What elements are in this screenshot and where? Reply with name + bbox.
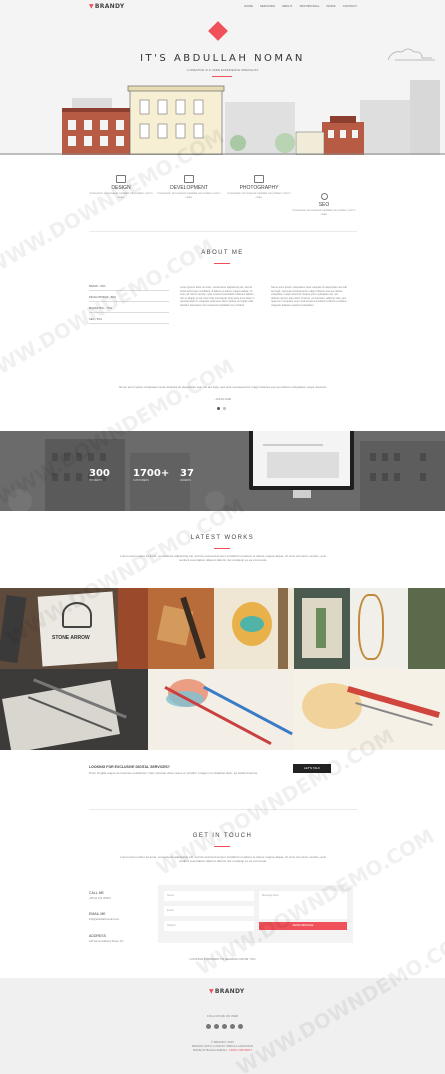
footer: ▼BRANDY FOLLOW ME ON WEB © BRANDY 2016 D… [0,978,445,1074]
email-value: info@abdullahnoman.com [89,918,120,921]
works-title: LATEST WORKS [190,535,255,541]
made-in: MADE IN BANGLADESH · MAIN CONTENT [192,1048,253,1052]
works-squiggle [214,546,230,549]
monitor-stand [293,490,311,498]
follow-label: FOLLOW ME ON WEB [206,1014,238,1018]
skill-marketing: MARKETING - 70% [89,307,169,313]
hero-section: ▼BRANDY HOME SERVICES ABOUT TESTIMONIAL … [0,0,445,155]
work-item-pen-sketch[interactable] [294,669,445,750]
skill-development: DEVELOPMENT - 60% [89,296,169,302]
divider [89,809,357,810]
footer-logo[interactable]: ▼BRANDY [209,988,244,995]
send-message-button[interactable]: SEND MESSAGE [259,922,347,930]
camera-icon [254,175,264,183]
cta-text: Proin fringilla augue at maximus vestibu… [89,771,258,775]
nav-item-contact[interactable]: CONTACT [343,4,357,8]
brand-mark-icon: ▼ [89,3,94,10]
dribbble-icon[interactable] [238,1024,243,1029]
works-grid: STONE ARROW [0,588,445,750]
service-development: DEVELOPMENT Consectetur sint occaecat cu… [157,175,221,199]
service-photography: PHOTOGRAPHY Consectetur sint occaecat cu… [227,175,291,199]
deer-icon [62,602,92,628]
brand-mark-icon: ▼ [209,988,214,995]
contact-title: GET IN TOUCH [192,833,253,839]
contact-intro: Lorem ipsum dolor sit amet, consectetur … [120,855,326,863]
monitor-screen [253,431,350,486]
slider-dot-active[interactable] [217,407,220,410]
work-item-lettering[interactable] [148,669,294,750]
hero-diamond-icon [208,21,228,41]
city-illustration [0,48,445,155]
nav-item-home[interactable]: HOME [244,4,253,8]
stat-awards: 37 AWARDS [180,468,194,482]
monitor-mockup [249,431,354,490]
call-value: +88 (0) 101 0000 0 [89,897,111,900]
brand-logo[interactable]: ▼BRANDY [89,3,124,10]
nav-item-services[interactable]: SERVICES [260,4,275,8]
work-item-stone-arrow[interactable]: STONE ARROW [0,588,148,669]
stats-background-illustration [8,439,445,511]
stat-projects: 300 PROJECTS [89,468,110,482]
service-design: DESIGN Consectetur sint occaecat cupidat… [89,175,153,199]
testimonial-quote: Nemo enim ipsam voluptatem quia voluptas… [119,385,327,389]
skill-brand: BRAND - 80% [89,285,169,291]
contact-note: LOOKING FORWARD TO HEARING FROM YOU [189,957,256,961]
contact-form: Name Email Subject Message Here SEND MES… [158,885,353,943]
pencil-icon [116,175,126,183]
nav-item-work[interactable]: WORK [326,4,335,8]
linkedin-icon[interactable] [230,1024,235,1029]
address-label: ADDRESS [89,934,106,938]
monitor-icon [184,175,194,183]
work-item-ornament[interactable] [350,588,445,669]
cta-title: LOOKING FOR EXCLUSIVE DIGITAL SERVICES? [89,765,170,769]
slider-dot[interactable] [223,407,226,410]
email-field[interactable]: Email [164,906,254,916]
work-item-sketch-character[interactable] [214,588,294,669]
service-seo: SEO Consectetur sint occaecat cupidatat … [292,193,356,216]
lets-talk-button[interactable]: LET'S TALK [293,764,331,773]
subject-field[interactable]: Subject [164,921,254,931]
message-field[interactable]: Message Here [259,891,347,919]
about-title: ABOUT ME [201,250,244,256]
name-field[interactable]: Name [164,891,254,901]
facebook-icon[interactable] [206,1024,211,1029]
about-paragraph-1: Lorem ipsum dolor sit amet, consectetur … [180,286,255,307]
contact-squiggle [214,844,230,847]
stat-customers: 1700+ CUSTOMERS [133,468,170,482]
work-item-tools[interactable] [148,588,214,669]
work-item-illustration[interactable] [0,669,148,750]
nav-item-about[interactable]: ABOUT [282,4,292,8]
email-label: EMAIL ME [89,912,106,916]
skill-seo: SEO - 50% [89,318,169,324]
nav-item-testimonial[interactable]: TESTIMONIAL [299,4,319,8]
work-item-pencils[interactable] [294,588,350,669]
stats-section: 300 PROJECTS 1700+ CUSTOMERS 37 AWARDS [0,431,445,511]
main-nav: HOME SERVICES ABOUT TESTIMONIAL WORK CON… [244,4,357,8]
testimonial-author: - JOHN DOE [213,397,232,401]
divider [89,231,357,232]
address-value: 123 Some Address Street, NY [89,940,124,943]
twitter-icon[interactable] [214,1024,219,1029]
about-paragraph-2: Nemo enim ipsam voluptatem quia voluptas… [271,286,347,307]
google-plus-icon[interactable] [222,1024,227,1029]
search-icon [320,193,328,200]
about-squiggle [214,261,230,264]
works-intro: Lorem ipsum dolor sit amet, consectetur … [120,554,326,562]
call-label: CALL ME [89,891,104,895]
